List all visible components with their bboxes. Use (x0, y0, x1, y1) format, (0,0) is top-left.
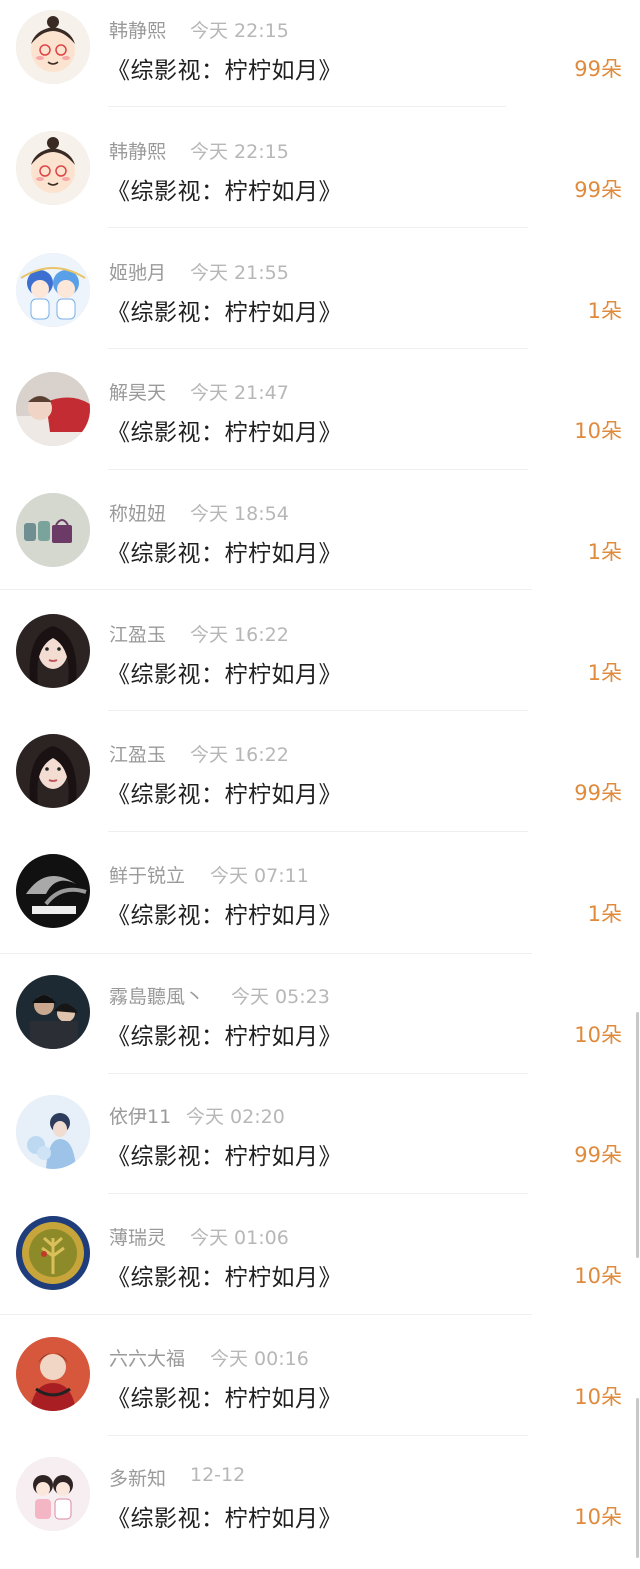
book-title[interactable]: 《综影视：柠柠如月》 (107, 775, 342, 809)
list-item[interactable]: 霧島聽風丶 今天 05:23 《综影视：柠柠如月》 10朵 (0, 967, 640, 1087)
gift-count: 10朵 (574, 1023, 622, 1047)
book-title[interactable]: 《综影视：柠柠如月》 (107, 172, 342, 206)
timestamp: 今天 22:15 (190, 20, 289, 42)
girl-portrait-icon[interactable] (16, 614, 90, 688)
list-item[interactable]: 鲜于锐立 今天 07:11 《综影视：柠柠如月》 1朵 (0, 846, 640, 966)
dark-couple-icon[interactable] (16, 975, 90, 1049)
timestamp: 今天 02:20 (186, 1106, 285, 1128)
user-name[interactable]: 薄瑞灵 (109, 1223, 166, 1250)
divider (108, 1073, 528, 1074)
divider (108, 348, 528, 349)
divider (108, 1193, 528, 1194)
book-title[interactable]: 《综影视：柠柠如月》 (107, 896, 342, 930)
timestamp: 今天 16:22 (190, 744, 289, 766)
cartoon-boy-face-icon[interactable] (16, 131, 90, 205)
list-item[interactable]: 六六大福 今天 00:16 《综影视：柠柠如月》 10朵 (0, 1329, 640, 1449)
divider (108, 710, 528, 711)
timestamp: 今天 05:23 (231, 986, 330, 1008)
timestamp: 今天 21:55 (190, 262, 289, 284)
timestamp: 今天 00:16 (210, 1348, 309, 1370)
divider (0, 953, 532, 954)
user-name[interactable]: 江盈玉 (109, 620, 166, 647)
book-title[interactable]: 《综影视：柠柠如月》 (107, 293, 342, 327)
book-title[interactable]: 《综影视：柠柠如月》 (107, 1137, 342, 1171)
user-name[interactable]: 鲜于锐立 (109, 861, 185, 888)
gift-count: 10朵 (574, 1264, 622, 1288)
timestamp: 今天 07:11 (210, 865, 309, 887)
list-item[interactable]: 韩静熙 今天 22:15 《综影视：柠柠如月》 99朵 (0, 0, 640, 120)
baby-photo-icon[interactable] (16, 372, 90, 446)
book-title[interactable]: 《综影视：柠柠如月》 (107, 413, 342, 447)
list-item[interactable]: 薄瑞灵 今天 01:06 《综影视：柠柠如月》 10朵 (0, 1208, 640, 1328)
scrollbar-thumb-secondary[interactable] (636, 1398, 639, 1558)
book-title[interactable]: 《综影视：柠柠如月》 (107, 1017, 342, 1051)
book-title[interactable]: 《综影视：柠柠如月》 (107, 51, 342, 85)
gift-count: 10朵 (574, 1505, 622, 1529)
gift-count: 99朵 (574, 781, 622, 805)
book-title[interactable]: 《综影视：柠柠如月》 (107, 534, 342, 568)
book-title[interactable]: 《综影视：柠柠如月》 (107, 1258, 342, 1292)
user-name[interactable]: 韩静熙 (109, 16, 166, 43)
user-name[interactable]: 姬驰月 (109, 258, 166, 285)
gift-count: 1朵 (587, 902, 622, 926)
red-child-icon[interactable] (16, 1337, 90, 1411)
timestamp: 今天 22:15 (190, 141, 289, 163)
book-title[interactable]: 《综影视：柠柠如月》 (107, 1499, 342, 1533)
user-name[interactable]: 江盈玉 (109, 740, 166, 767)
smoke-photo-icon[interactable] (16, 854, 90, 928)
divider (0, 589, 532, 590)
anime-couple-icon[interactable] (16, 253, 90, 327)
user-name[interactable]: 六六大福 (109, 1344, 185, 1371)
gift-count: 99朵 (574, 178, 622, 202)
divider (108, 106, 506, 107)
divider (108, 831, 528, 832)
timestamp: 今天 16:22 (190, 624, 289, 646)
cartoon-girls-icon[interactable] (16, 1457, 90, 1531)
user-name[interactable]: 依伊11 (109, 1102, 171, 1129)
gift-count: 1朵 (587, 540, 622, 564)
timestamp: 今天 18:54 (190, 503, 289, 525)
scrollbar-thumb[interactable] (636, 1012, 639, 1258)
list-item[interactable]: 依伊11 今天 02:20 《综影视：柠柠如月》 99朵 (0, 1087, 640, 1207)
user-name[interactable]: 韩静熙 (109, 137, 166, 164)
list-item[interactable]: 江盈玉 今天 16:22 《综影视：柠柠如月》 1朵 (0, 604, 640, 724)
gift-count: 1朵 (587, 661, 622, 685)
cartoon-boy-face-icon[interactable] (16, 10, 90, 84)
user-name[interactable]: 霧島聽風丶 (109, 982, 204, 1009)
gift-count: 99朵 (574, 57, 622, 81)
toys-photo-icon[interactable] (16, 493, 90, 567)
gift-count: 99朵 (574, 1143, 622, 1167)
list-item[interactable]: 韩静熙 今天 22:15 《综影视：柠柠如月》 99朵 (0, 121, 640, 241)
book-title[interactable]: 《综影视：柠柠如月》 (107, 655, 342, 689)
gift-count: 1朵 (587, 299, 622, 323)
divider (108, 1435, 528, 1436)
user-name[interactable]: 多新知 (109, 1464, 166, 1491)
timestamp: 12-12 (190, 1464, 246, 1486)
divider (0, 1314, 532, 1315)
divider (108, 469, 528, 470)
list-item[interactable]: 解昊天 今天 21:47 《综影视：柠柠如月》 10朵 (0, 362, 640, 482)
gold-coin-icon[interactable] (16, 1216, 90, 1290)
list-item[interactable]: 姬驰月 今天 21:55 《综影视：柠柠如月》 1朵 (0, 242, 640, 362)
user-name[interactable]: 称妞妞 (109, 499, 166, 526)
list-item[interactable]: 多新知 12-12 《综影视：柠柠如月》 10朵 (0, 1449, 640, 1569)
list-item[interactable]: 江盈玉 今天 16:22 《综影视：柠柠如月》 99朵 (0, 725, 640, 845)
blue-girl-icon[interactable] (16, 1095, 90, 1169)
divider (108, 227, 528, 228)
timestamp: 今天 21:47 (190, 382, 289, 404)
timestamp: 今天 01:06 (190, 1227, 289, 1249)
girl-portrait-icon[interactable] (16, 734, 90, 808)
user-name[interactable]: 解昊天 (109, 378, 166, 405)
book-title[interactable]: 《综影视：柠柠如月》 (107, 1379, 342, 1413)
gift-count: 10朵 (574, 1385, 622, 1409)
list-item[interactable]: 称妞妞 今天 18:54 《综影视：柠柠如月》 1朵 (0, 483, 640, 603)
gift-count: 10朵 (574, 419, 622, 443)
